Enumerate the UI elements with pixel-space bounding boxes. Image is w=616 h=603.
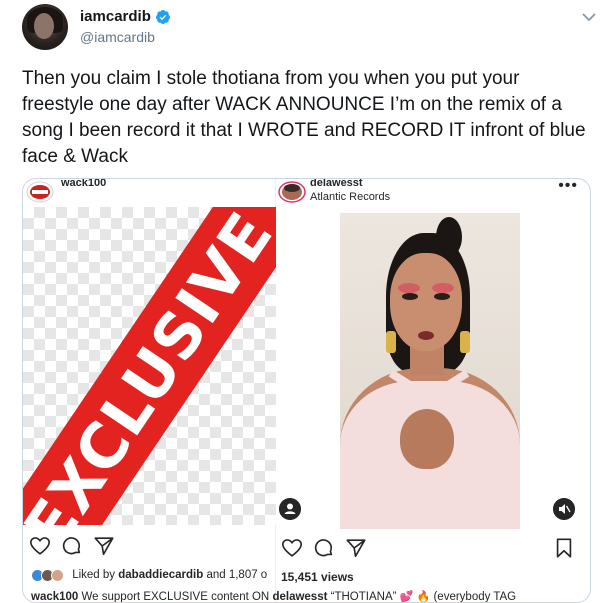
exclusive-text: EXCLUSIVE — [23, 207, 276, 525]
profile-avatar-icon — [26, 181, 54, 203]
fire-emoji-icon: 🔥 — [416, 591, 431, 603]
display-name[interactable]: iamcardib — [80, 8, 171, 25]
caption-line: wack100 We support EXCLUSIVE content ON … — [31, 590, 517, 603]
likes-suffix: and 1,807 o — [206, 569, 268, 582]
post-header: delawesst Atlantic Records ••• — [276, 179, 590, 207]
heart-icon[interactable] — [29, 535, 51, 557]
liker-avatars — [31, 569, 65, 582]
views-count: 15,451 views — [281, 570, 354, 584]
caption-mention[interactable]: delawesst — [272, 591, 327, 602]
tweet-header: iamcardib @iamcardib — [22, 4, 602, 54]
tagged-user-icon[interactable] — [279, 498, 301, 520]
handle[interactable]: @iamcardib — [80, 29, 171, 45]
share-icon[interactable] — [93, 535, 115, 557]
display-name-text[interactable]: iamcardib — [80, 8, 151, 25]
mute-icon[interactable] — [553, 498, 575, 520]
caption-tail: (everybody TAG — [433, 591, 517, 603]
likes-line: Liked by dabaddiecardib and 1,807 o — [31, 569, 268, 582]
chevron-down-icon[interactable] — [582, 12, 596, 22]
tweet-text: Then you claim I stole thotiana from you… — [22, 68, 586, 167]
more-horizontal-icon[interactable]: ••• — [558, 179, 578, 194]
author-block: iamcardib @iamcardib — [80, 8, 171, 45]
avatar[interactable] — [22, 4, 68, 50]
post-username[interactable]: wack100 — [61, 179, 106, 189]
post-header: wack100 — [23, 179, 275, 207]
likes-prefix: Liked by — [72, 569, 116, 582]
heart-emoji-icon: 💕 — [399, 591, 414, 603]
bookmark-icon[interactable] — [553, 537, 575, 559]
heart-icon[interactable] — [281, 537, 303, 559]
tweet-media[interactable]: wack100 EXCLUSIVE delawesst Atlantic Rec… — [22, 178, 591, 603]
share-icon[interactable] — [345, 537, 367, 559]
post-location[interactable]: Atlantic Records — [310, 191, 390, 203]
comment-icon[interactable] — [61, 535, 83, 557]
profile-avatar-icon — [278, 181, 306, 203]
verified-badge-icon — [155, 9, 170, 24]
caption-text: We support EXCLUSIVE content ON — [81, 591, 270, 603]
caption-username[interactable]: wack100 — [31, 591, 78, 602]
comment-icon[interactable] — [313, 537, 335, 559]
exclusive-image: EXCLUSIVE — [23, 207, 276, 525]
exclusive-banner: EXCLUSIVE — [23, 207, 276, 525]
post-username[interactable]: delawesst — [310, 179, 363, 189]
video-thumbnail[interactable] — [340, 213, 520, 529]
likes-user[interactable]: dabaddiecardib — [118, 569, 203, 581]
caption-song: “THOTIANA” — [330, 591, 397, 603]
